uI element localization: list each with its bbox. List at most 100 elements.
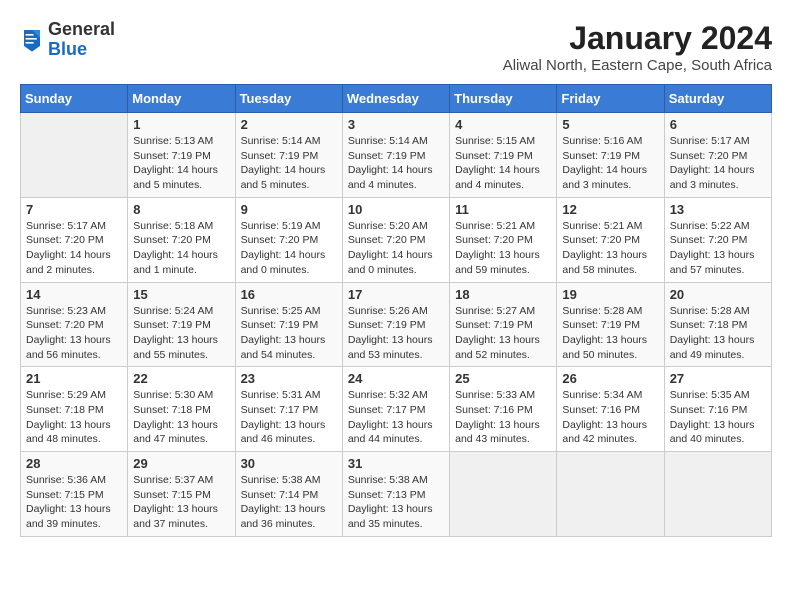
day-number: 31 [348, 456, 444, 471]
calendar-cell: 25 Sunrise: 5:33 AMSunset: 7:16 PMDayligh… [450, 367, 557, 452]
day-number: 23 [241, 371, 337, 386]
calendar-cell: 30Sunrise: 5:38 AMSunset: 7:14 PMDayligh… [235, 452, 342, 537]
day-number: 26 [562, 371, 658, 386]
day-header-tuesday: Tuesday [235, 85, 342, 113]
day-number: 8 [133, 202, 229, 217]
calendar-cell: 4Sunrise: 5:15 AMSunset: 7:19 PMDaylight… [450, 113, 557, 198]
day-header-monday: Monday [128, 85, 235, 113]
day-number: 2 [241, 117, 337, 132]
day-number: 28 [26, 456, 122, 471]
page-header: General Blue January 2024 Aliwal North, … [20, 20, 772, 74]
day-header-friday: Friday [557, 85, 664, 113]
cell-info: Sunrise: 5:38 AMSunset: 7:14 PMDaylight:… [241, 473, 337, 532]
cell-info: Sunrise: 5:22 AMSunset: 7:20 PMDaylight:… [670, 219, 766, 278]
calendar-cell: 18 Sunrise: 5:27 AMSunset: 7:19 PMDayligh… [450, 282, 557, 367]
calendar-cell: 7 Sunrise: 5:17 AMSunset: 7:20 PMDaylight… [21, 197, 128, 282]
calendar-cell: 21 Sunrise: 5:29 AMSunset: 7:18 PMDayligh… [21, 367, 128, 452]
calendar-cell: 1Sunrise: 5:13 AMSunset: 7:19 PMDaylight… [128, 113, 235, 198]
calendar-cell: 12 Sunrise: 5:21 AMSunset: 7:20 PMDayligh… [557, 197, 664, 282]
logo-icon [20, 26, 44, 54]
calendar-week-2: 7 Sunrise: 5:17 AMSunset: 7:20 PMDaylight… [21, 197, 772, 282]
cell-info: Sunrise: 5:17 AMSunset: 7:20 PMDaylight:… [670, 134, 766, 193]
cell-info: Sunrise: 5:37 AMSunset: 7:15 PMDaylight:… [133, 473, 229, 532]
day-number: 5 [562, 117, 658, 132]
day-number: 16 [241, 287, 337, 302]
calendar-cell: 31 Sunrise: 5:38 AMSunset: 7:13 PMDayligh… [342, 452, 449, 537]
location-title: Aliwal North, Eastern Cape, South Africa [503, 57, 772, 74]
calendar-cell: 24 Sunrise: 5:32 AMSunset: 7:17 PMDayligh… [342, 367, 449, 452]
calendar-cell: 27Sunrise: 5:35 AMSunset: 7:16 PMDayligh… [664, 367, 771, 452]
logo-text: General Blue [48, 20, 115, 60]
day-number: 20 [670, 287, 766, 302]
cell-info: Sunrise: 5:33 AMSunset: 7:16 PMDaylight:… [455, 388, 551, 447]
calendar-cell: 29 Sunrise: 5:37 AMSunset: 7:15 PMDayligh… [128, 452, 235, 537]
title-section: January 2024 Aliwal North, Eastern Cape,… [503, 20, 772, 74]
calendar-week-1: 1Sunrise: 5:13 AMSunset: 7:19 PMDaylight… [21, 113, 772, 198]
day-number: 3 [348, 117, 444, 132]
day-number: 25 [455, 371, 551, 386]
logo-line1: General [48, 20, 115, 40]
cell-info: Sunrise: 5:19 AMSunset: 7:20 PMDaylight:… [241, 219, 337, 278]
calendar-cell: 15Sunrise: 5:24 AMSunset: 7:19 PMDayligh… [128, 282, 235, 367]
day-number: 17 [348, 287, 444, 302]
calendar-cell: 20 Sunrise: 5:28 AMSunset: 7:18 PMDayligh… [664, 282, 771, 367]
calendar-cell: 19Sunrise: 5:28 AMSunset: 7:19 PMDayligh… [557, 282, 664, 367]
day-number: 21 [26, 371, 122, 386]
calendar-week-5: 28 Sunrise: 5:36 AMSunset: 7:15 PMDayligh… [21, 452, 772, 537]
calendar-cell: 22Sunrise: 5:30 AMSunset: 7:18 PMDayligh… [128, 367, 235, 452]
day-number: 12 [562, 202, 658, 217]
calendar-cell: 23 Sunrise: 5:31 AMSunset: 7:17 PMDayligh… [235, 367, 342, 452]
day-number: 7 [26, 202, 122, 217]
calendar-cell: 8 Sunrise: 5:18 AMSunset: 7:20 PMDaylight… [128, 197, 235, 282]
day-number: 13 [670, 202, 766, 217]
calendar-cell: 11Sunrise: 5:21 AMSunset: 7:20 PMDayligh… [450, 197, 557, 282]
calendar-cell [450, 452, 557, 537]
cell-info: Sunrise: 5:21 AMSunset: 7:20 PMDaylight:… [562, 219, 658, 278]
cell-info: Sunrise: 5:17 AMSunset: 7:20 PMDaylight:… [26, 219, 122, 278]
logo: General Blue [20, 20, 115, 60]
calendar-cell: 6Sunrise: 5:17 AMSunset: 7:20 PMDaylight… [664, 113, 771, 198]
day-number: 29 [133, 456, 229, 471]
cell-info: Sunrise: 5:14 AMSunset: 7:19 PMDaylight:… [348, 134, 444, 193]
day-header-wednesday: Wednesday [342, 85, 449, 113]
calendar-week-3: 14Sunrise: 5:23 AMSunset: 7:20 PMDayligh… [21, 282, 772, 367]
calendar-week-4: 21 Sunrise: 5:29 AMSunset: 7:18 PMDayligh… [21, 367, 772, 452]
calendar-cell [664, 452, 771, 537]
cell-info: Sunrise: 5:13 AMSunset: 7:19 PMDaylight:… [133, 134, 229, 193]
day-number: 27 [670, 371, 766, 386]
logo-line2: Blue [48, 40, 115, 60]
calendar-header-row: SundayMondayTuesdayWednesdayThursdayFrid… [21, 85, 772, 113]
cell-info: Sunrise: 5:20 AMSunset: 7:20 PMDaylight:… [348, 219, 444, 278]
day-header-thursday: Thursday [450, 85, 557, 113]
cell-info: Sunrise: 5:31 AMSunset: 7:17 PMDaylight:… [241, 388, 337, 447]
cell-info: Sunrise: 5:38 AMSunset: 7:13 PMDaylight:… [348, 473, 444, 532]
cell-info: Sunrise: 5:18 AMSunset: 7:20 PMDaylight:… [133, 219, 229, 278]
cell-info: Sunrise: 5:16 AMSunset: 7:19 PMDaylight:… [562, 134, 658, 193]
calendar-cell: 14Sunrise: 5:23 AMSunset: 7:20 PMDayligh… [21, 282, 128, 367]
calendar-cell: 5 Sunrise: 5:16 AMSunset: 7:19 PMDaylight… [557, 113, 664, 198]
cell-info: Sunrise: 5:32 AMSunset: 7:17 PMDaylight:… [348, 388, 444, 447]
cell-info: Sunrise: 5:29 AMSunset: 7:18 PMDaylight:… [26, 388, 122, 447]
day-number: 9 [241, 202, 337, 217]
day-number: 11 [455, 202, 551, 217]
cell-info: Sunrise: 5:27 AMSunset: 7:19 PMDaylight:… [455, 304, 551, 363]
day-number: 24 [348, 371, 444, 386]
calendar-cell: 26 Sunrise: 5:34 AMSunset: 7:16 PMDayligh… [557, 367, 664, 452]
calendar-body: 1Sunrise: 5:13 AMSunset: 7:19 PMDaylight… [21, 113, 772, 537]
cell-info: Sunrise: 5:34 AMSunset: 7:16 PMDaylight:… [562, 388, 658, 447]
day-number: 18 [455, 287, 551, 302]
day-number: 10 [348, 202, 444, 217]
day-number: 19 [562, 287, 658, 302]
day-header-saturday: Saturday [664, 85, 771, 113]
cell-info: Sunrise: 5:26 AMSunset: 7:19 PMDaylight:… [348, 304, 444, 363]
calendar-cell: 16 Sunrise: 5:25 AMSunset: 7:19 PMDayligh… [235, 282, 342, 367]
cell-info: Sunrise: 5:25 AMSunset: 7:19 PMDaylight:… [241, 304, 337, 363]
calendar-cell [557, 452, 664, 537]
cell-info: Sunrise: 5:15 AMSunset: 7:19 PMDaylight:… [455, 134, 551, 193]
cell-info: Sunrise: 5:23 AMSunset: 7:20 PMDaylight:… [26, 304, 122, 363]
month-title: January 2024 [503, 20, 772, 57]
cell-info: Sunrise: 5:36 AMSunset: 7:15 PMDaylight:… [26, 473, 122, 532]
cell-info: Sunrise: 5:28 AMSunset: 7:18 PMDaylight:… [670, 304, 766, 363]
calendar-cell: 9 Sunrise: 5:19 AMSunset: 7:20 PMDaylight… [235, 197, 342, 282]
calendar-cell: 3 Sunrise: 5:14 AMSunset: 7:19 PMDaylight… [342, 113, 449, 198]
